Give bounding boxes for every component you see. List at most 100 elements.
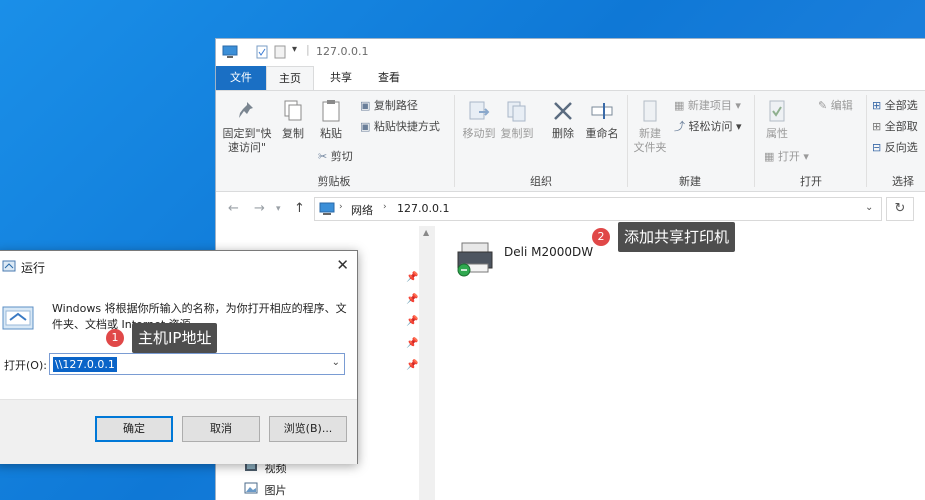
pin-icon: 📌 <box>406 316 419 327</box>
cut-label: 剪切 <box>330 150 353 163</box>
tab-file[interactable]: 文件 <box>216 66 266 90</box>
add-shared-printer-callout: 添加共享打印机 <box>618 222 736 252</box>
select-all-label: 全部选 <box>884 99 918 112</box>
copy-label: 复制 <box>282 127 304 140</box>
paste-button[interactable]: 粘贴 <box>316 99 346 141</box>
easy-access-button[interactable]: ⤴ 轻松访问 ▾ <box>674 120 742 134</box>
open-group-label: 打开 <box>800 175 822 188</box>
step-one-badge: 1 <box>106 329 124 347</box>
recent-dropdown-icon[interactable]: ▾ <box>276 204 281 214</box>
refresh-button[interactable]: ↻ <box>886 197 914 221</box>
tab-view[interactable]: 查看 <box>366 66 412 90</box>
new-group-label: 新建 <box>679 175 701 188</box>
delete-button[interactable]: 删除 <box>548 99 578 141</box>
breadcrumb-host[interactable]: 127.0.0.1 <box>397 202 449 215</box>
step-two-badge: 2 <box>592 228 610 246</box>
organize-group-label: 组织 <box>530 175 552 188</box>
edit-icon: ✎ <box>818 99 828 112</box>
new-folder-icon <box>638 100 662 126</box>
rename-label: 重命名 <box>585 127 619 140</box>
group-divider <box>866 95 867 187</box>
tab-share[interactable]: 共享 <box>318 66 364 90</box>
invert-selection-label: 反向选 <box>884 141 918 154</box>
paste-shortcut-label: 粘贴快捷方式 <box>373 120 440 133</box>
new-item-icon: ▦ <box>674 99 685 112</box>
scroll-up-icon[interactable]: ▲ <box>423 228 429 237</box>
copy-path-button[interactable]: ▣ 复制路径 <box>360 99 418 113</box>
run-icon <box>2 260 16 275</box>
properties-qat-icon[interactable] <box>256 45 268 59</box>
rename-icon <box>590 103 614 126</box>
easy-access-dropdown-icon: ▾ <box>736 120 742 133</box>
copy-button[interactable]: 复制 <box>278 99 308 141</box>
host-ip-callout: 主机IP地址 <box>132 323 218 353</box>
picture-folder-icon <box>244 482 258 497</box>
nav-pane-scrollbar[interactable]: ▲ <box>419 226 435 500</box>
forward-arrow-icon[interactable]: → <box>254 201 265 216</box>
cancel-button[interactable]: 取消 <box>182 416 260 442</box>
rename-button[interactable]: 重命名 <box>584 99 620 141</box>
run-open-input[interactable]: \\127.0.0.1 ⌄ <box>49 353 345 375</box>
address-dropdown-icon[interactable]: ⌄ <box>865 202 873 213</box>
run-dialog: 运行 ✕ Windows 将根据你所输入的名称，为你打开相应的程序、文件夹、文档… <box>0 250 358 464</box>
ribbon-tabs: 文件 主页 共享 查看 <box>216 66 925 90</box>
select-none-label: 全部取 <box>884 120 918 133</box>
open-label: 打开 <box>777 150 800 163</box>
watermark: 知乎 @打印机小助手 <box>650 453 865 478</box>
close-icon[interactable]: ✕ <box>336 256 349 274</box>
select-group-label: 选择 <box>892 175 914 188</box>
back-arrow-icon[interactable]: ← <box>228 201 239 216</box>
invert-selection-icon: ⊟ <box>872 141 882 154</box>
tab-home[interactable]: 主页 <box>266 66 314 90</box>
scissors-icon: ✂ <box>318 150 328 163</box>
up-arrow-icon[interactable]: ↑ <box>294 201 305 216</box>
printer-icon <box>456 240 496 281</box>
copy-to-button[interactable]: 复制到 <box>500 99 534 141</box>
open-dropdown-icon: ▾ <box>803 150 809 163</box>
address-box[interactable]: › 网络 › 127.0.0.1 ⌄ <box>314 197 882 221</box>
paste-shortcut-button[interactable]: ▣ 粘贴快捷方式 <box>360 120 440 134</box>
nav-item-pictures[interactable]: 图片 <box>244 482 287 500</box>
cut-button[interactable]: ✂ 剪切 <box>318 150 353 164</box>
new-folder-button[interactable]: 新建 文件夹 <box>632 99 668 155</box>
move-to-button[interactable]: 移动到 <box>462 99 496 141</box>
ok-button[interactable]: 确定 <box>95 416 173 442</box>
new-item-dropdown-icon: ▾ <box>735 99 741 112</box>
paste-label: 粘贴 <box>320 127 342 140</box>
address-bar-row: ← → ▾ ↑ › 网络 › 127.0.0.1 ⌄ ↻ <box>216 192 925 226</box>
printer-name: Deli M2000DW <box>504 245 594 259</box>
delete-x-icon <box>551 102 575 126</box>
breadcrumb-network[interactable]: 网络 <box>351 202 373 218</box>
copy-path-label: 复制路径 <box>373 99 418 112</box>
group-divider <box>454 95 455 187</box>
easy-access-icon: ⤴ <box>674 120 685 133</box>
title-separator: | <box>306 43 310 56</box>
qat-dropdown-icon[interactable]: ▾ <box>292 44 297 58</box>
invert-selection-button[interactable]: ⊟ 反向选 <box>872 141 918 155</box>
new-item-button[interactable]: ▦ 新建项目 ▾ <box>674 99 741 113</box>
pin-quick-access-label: 固定到"快速访问" <box>222 127 272 154</box>
select-all-button[interactable]: ⊞ 全部选 <box>872 99 918 113</box>
new-folder-label: 新建 文件夹 <box>633 127 667 154</box>
easy-access-label: 轻松访问 <box>688 120 733 133</box>
select-none-button[interactable]: ⊞ 全部取 <box>872 120 918 134</box>
copy-to-label: 复制到 <box>500 127 534 140</box>
browse-button[interactable]: 浏览(B)... <box>269 416 347 442</box>
properties-button[interactable]: 属性 <box>760 99 794 141</box>
new-folder-qat-icon[interactable] <box>274 45 286 59</box>
properties-label: 属性 <box>766 127 788 140</box>
window-title: 127.0.0.1 <box>316 45 369 58</box>
select-all-icon: ⊞ <box>872 99 882 112</box>
pin-quick-access-button[interactable]: 固定到"快速访问" <box>220 99 274 155</box>
pin-icon: 📌 <box>406 338 419 349</box>
nav-item-label: 图片 <box>264 484 287 497</box>
breadcrumb-chevron-icon: › <box>339 202 343 212</box>
network-computer-icon <box>319 202 335 219</box>
pin-icon: 📌 <box>406 294 419 305</box>
chevron-down-icon[interactable]: ⌄ <box>332 357 340 368</box>
edit-label: 编辑 <box>830 99 853 112</box>
open-button[interactable]: ▦ 打开 ▾ <box>764 150 809 164</box>
delete-label: 删除 <box>552 127 574 140</box>
edit-button[interactable]: ✎ 编辑 <box>818 99 853 113</box>
run-app-icon <box>2 305 34 334</box>
